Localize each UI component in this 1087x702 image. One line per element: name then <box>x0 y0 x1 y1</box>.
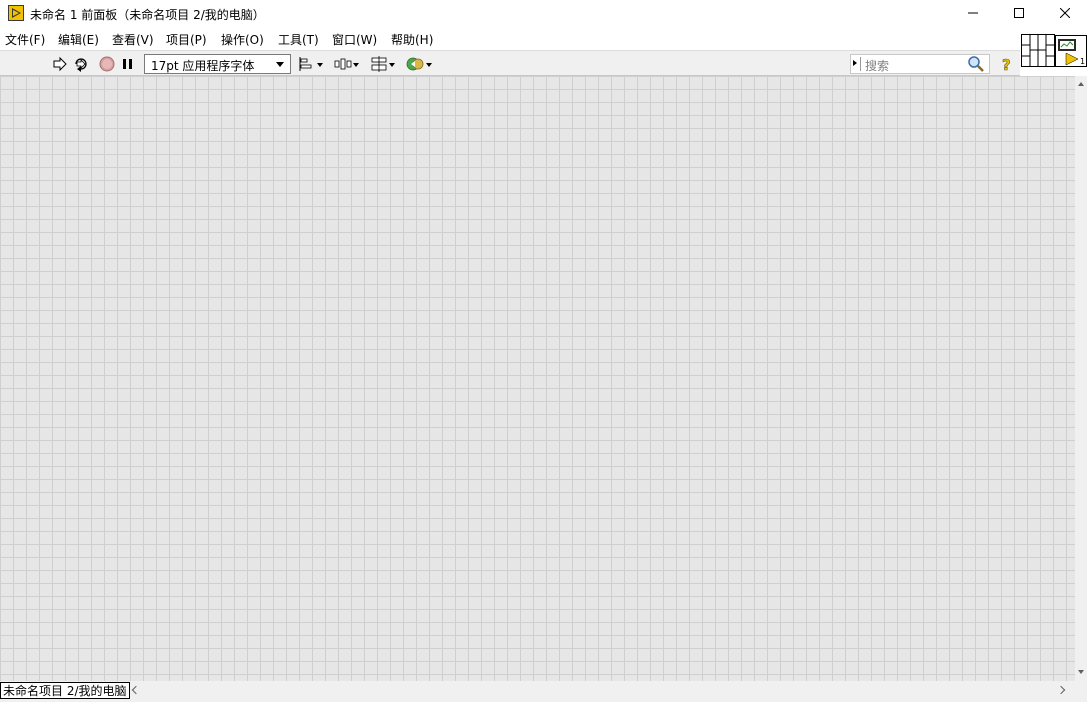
project-context-label[interactable]: 未命名项目 2/我的电脑 <box>0 682 130 699</box>
context-help-icon[interactable]: ? <box>998 55 1016 75</box>
menu-view[interactable]: 查看(V) <box>112 31 154 48</box>
labview-run-icon <box>8 5 24 21</box>
vertical-scrollbar[interactable] <box>1075 76 1087 681</box>
caret-down-icon <box>317 63 323 67</box>
scroll-up-icon[interactable] <box>1078 82 1084 86</box>
close-button[interactable] <box>1042 0 1087 28</box>
svg-text:?: ? <box>1002 56 1011 73</box>
chevron-down-icon <box>276 62 284 67</box>
menu-bar: 文件(F) 编辑(E) 查看(V) 项目(P) 操作(O) 工具(T) 窗口(W… <box>0 28 1020 49</box>
pause-icon[interactable] <box>119 55 137 73</box>
reorder-icon <box>406 57 424 71</box>
caret-down-icon <box>389 63 395 67</box>
run-continuously-icon[interactable] <box>72 55 90 73</box>
scroll-left-icon[interactable] <box>131 685 141 695</box>
menu-edit[interactable]: 编辑(E) <box>58 31 99 48</box>
menu-operate[interactable]: 操作(O) <box>221 31 264 48</box>
minimize-button[interactable] <box>950 0 996 28</box>
toolbar: 17pt 应用程序字体 搜索 ? <box>0 50 1020 76</box>
search-placeholder: 搜索 <box>865 59 890 73</box>
vi-icon[interactable]: 1 <box>1055 35 1087 67</box>
resize-objects-icon <box>371 56 387 72</box>
close-icon <box>1059 7 1071 21</box>
caret-down-icon <box>353 63 359 67</box>
abort-icon[interactable] <box>98 55 116 73</box>
search-icon[interactable] <box>967 55 985 73</box>
front-panel-canvas[interactable] <box>0 76 1075 681</box>
maximize-button[interactable] <box>996 0 1042 28</box>
menu-window[interactable]: 窗口(W) <box>332 31 377 48</box>
search-options-icon[interactable] <box>853 60 857 66</box>
distribute-objects-button[interactable] <box>334 55 359 73</box>
horizontal-scrollbar[interactable] <box>144 682 1054 698</box>
search-divider <box>860 57 861 71</box>
align-objects-icon <box>299 57 312 71</box>
svg-text:1: 1 <box>1080 57 1085 66</box>
font-select[interactable]: 17pt 应用程序字体 <box>144 54 291 74</box>
minimize-icon <box>968 7 978 21</box>
menu-file[interactable]: 文件(F) <box>5 31 45 48</box>
scroll-right-icon[interactable] <box>1056 685 1066 695</box>
menu-help[interactable]: 帮助(H) <box>391 31 433 48</box>
font-select-value: 17pt 应用程序字体 <box>151 59 255 73</box>
caret-down-icon <box>426 63 432 67</box>
run-arrow-icon[interactable] <box>51 55 69 73</box>
distribute-objects-icon <box>334 58 352 70</box>
resize-objects-button[interactable] <box>370 55 395 73</box>
reorder-button[interactable] <box>406 55 432 73</box>
menu-project[interactable]: 项目(P) <box>166 31 207 48</box>
window-title: 未命名 1 前面板（未命名项目 2/我的电脑） <box>30 8 265 22</box>
scroll-down-icon[interactable] <box>1078 670 1084 674</box>
maximize-icon <box>1014 7 1024 21</box>
menu-tools[interactable]: 工具(T) <box>278 31 319 48</box>
status-bar: 未命名项目 2/我的电脑 <box>0 681 1087 702</box>
align-objects-button[interactable] <box>298 55 323 73</box>
connector-pane[interactable] <box>1021 34 1055 67</box>
title-bar: 未命名 1 前面板（未命名项目 2/我的电脑） <box>0 0 1087 28</box>
